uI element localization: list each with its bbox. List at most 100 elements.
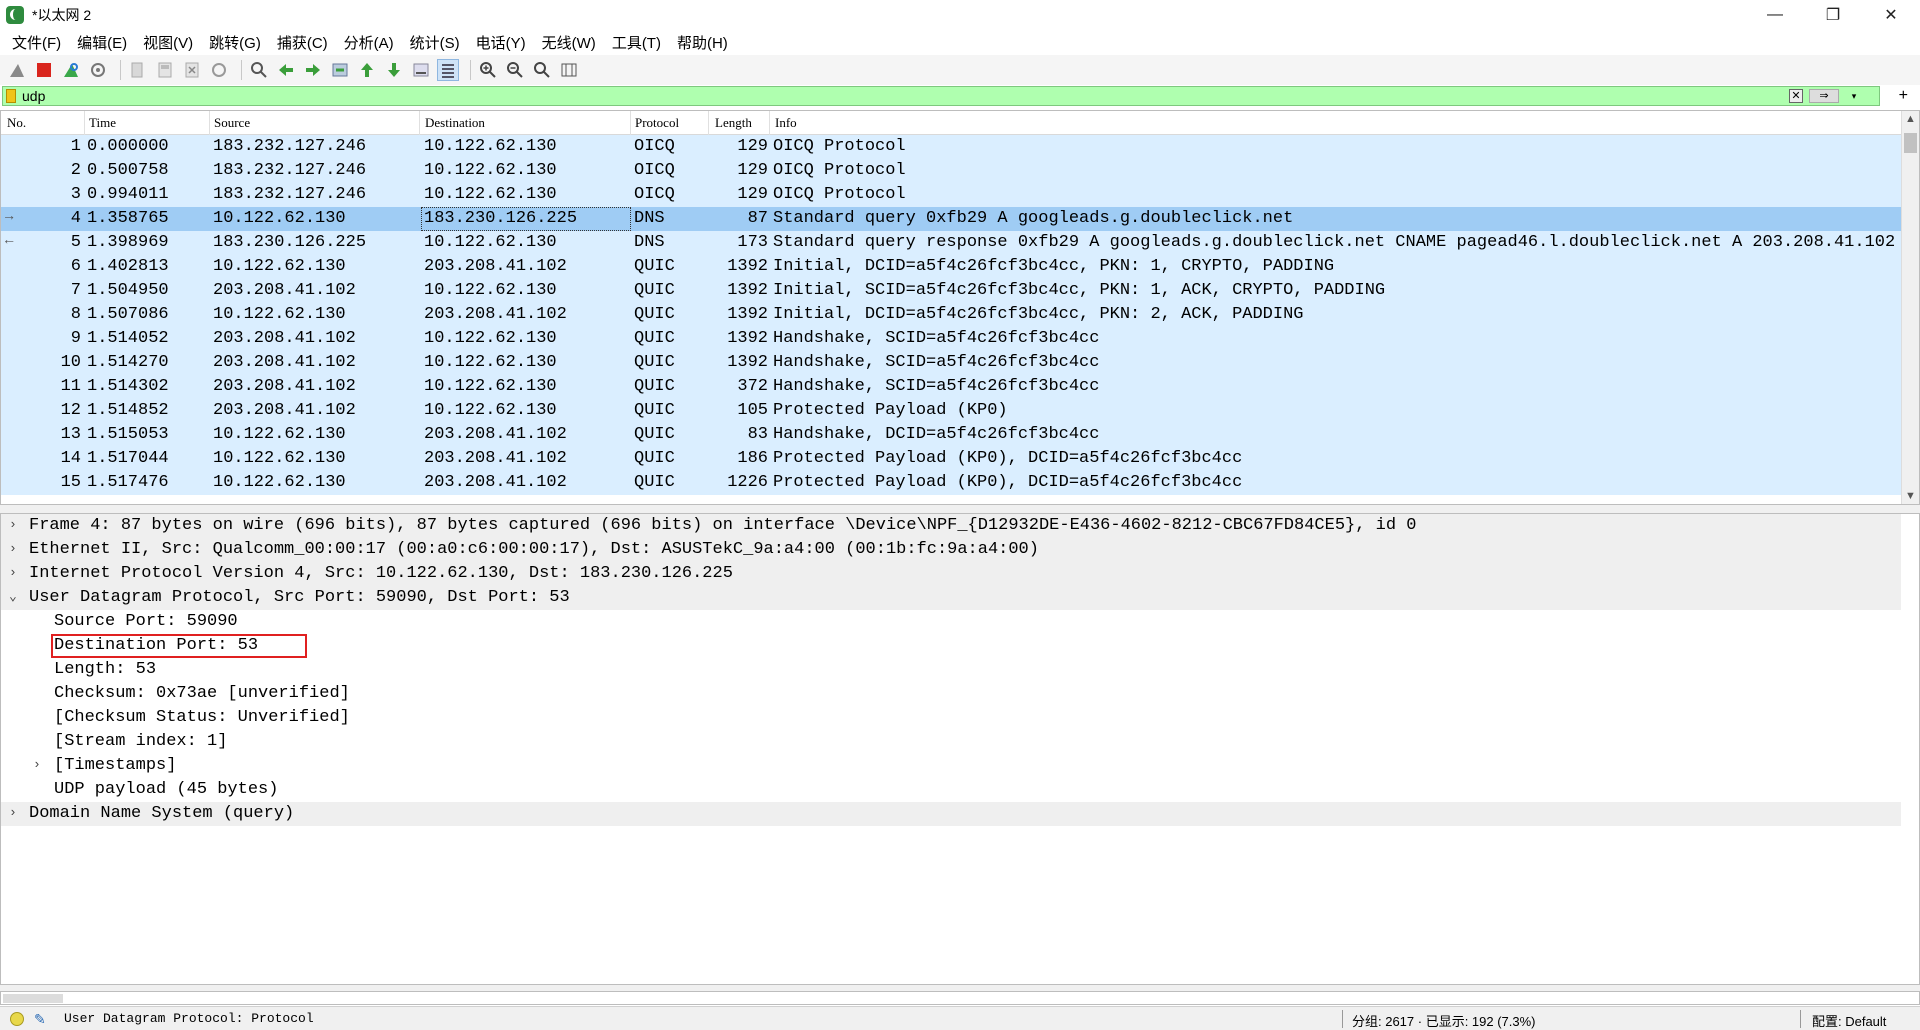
col-header-protocol[interactable]: Protocol (635, 115, 679, 131)
shark-fin-start-icon[interactable] (6, 59, 28, 81)
tree-item[interactable]: › Domain Name System (query) (1, 802, 1901, 826)
scroll-down-icon[interactable]: ▼ (1905, 490, 1916, 502)
tree-item[interactable]: › [Timestamps] (1, 754, 1901, 778)
close-button[interactable]: ✕ (1862, 0, 1920, 30)
menu-bar: 文件(F) 编辑(E) 视图(V) 跳转(G) 捕获(C) 分析(A) 统计(S… (0, 30, 1920, 54)
add-filter-button-icon[interactable]: + (1899, 86, 1908, 106)
display-filter-input[interactable]: udp ✕ ⇒ ▾ (2, 86, 1880, 106)
apply-filter-icon[interactable]: ⇒ (1809, 89, 1839, 103)
go-back-icon[interactable] (275, 59, 297, 81)
filter-history-dropdown-icon[interactable]: ▾ (1847, 89, 1861, 103)
pane-splitter[interactable] (0, 505, 1920, 513)
table-row[interactable]: 11 1.514302 203.208.41.102 10.122.62.130 QUI… (1, 375, 1901, 399)
table-row[interactable]: 14 1.517044 10.122.62.130 203.208.41.102 QUI… (1, 447, 1901, 471)
menu-wireless[interactable]: 无线(W) (534, 32, 604, 53)
scroll-up-icon[interactable]: ▲ (1905, 113, 1916, 125)
colorize-icon[interactable] (437, 59, 459, 81)
cell-len: 1226 (727, 473, 768, 492)
clear-filter-icon[interactable]: ✕ (1789, 89, 1803, 103)
menu-go[interactable]: 跳转(G) (201, 32, 269, 53)
table-row[interactable]: 8 1.507086 10.122.62.130 203.208.41.102 QUIC… (1, 303, 1901, 327)
expanded-arrow-icon[interactable]: ⌄ (9, 589, 17, 604)
zoom-out-icon[interactable] (504, 59, 526, 81)
tree-item[interactable]: ⌄ User Datagram Protocol, Src Port: 59090… (1, 586, 1901, 610)
col-header-source[interactable]: Source (214, 115, 250, 131)
tree-item[interactable]: › Ethernet II, Src: Qualcomm_00:00:17 (00… (1, 538, 1901, 562)
menu-edit[interactable]: 编辑(E) (69, 32, 135, 53)
tree-item[interactable]: › Internet Protocol Version 4, Src: 10.12… (1, 562, 1901, 586)
profile-status[interactable]: 配置: Default (1812, 1011, 1886, 1030)
column-divider[interactable] (209, 111, 210, 135)
column-divider[interactable] (708, 111, 709, 135)
table-row[interactable]: 1 0.000000 183.232.127.246 10.122.62.130 OIC… (1, 135, 1901, 159)
close-file-icon[interactable] (181, 59, 203, 81)
packet-list-scrollbar[interactable]: ▲ ▼ (1901, 111, 1919, 504)
find-packet-icon[interactable] (248, 59, 270, 81)
menu-capture[interactable]: 捕获(C) (269, 32, 336, 53)
tree-item[interactable]: Destination Port: 53 (1, 634, 1901, 658)
table-row[interactable]: 13 1.515053 10.122.62.130 203.208.41.102 QUI… (1, 423, 1901, 447)
reload-file-icon[interactable] (208, 59, 230, 81)
auto-scroll-icon[interactable] (410, 59, 432, 81)
menu-tools[interactable]: 工具(T) (604, 32, 669, 53)
restart-capture-icon[interactable] (60, 59, 82, 81)
open-file-icon[interactable] (127, 59, 149, 81)
filter-bookmark-icon[interactable] (6, 89, 16, 103)
column-divider[interactable] (419, 111, 420, 135)
scrollbar-thumb[interactable] (1904, 133, 1917, 153)
cell-src: 10.122.62.130 (213, 305, 346, 324)
capture-comment-icon[interactable]: ✎ (34, 1011, 46, 1028)
save-file-icon[interactable] (154, 59, 176, 81)
column-divider[interactable] (769, 111, 770, 135)
capture-options-icon[interactable] (87, 59, 109, 81)
menu-analyze[interactable]: 分析(A) (336, 32, 402, 53)
zoom-in-icon[interactable] (477, 59, 499, 81)
stop-capture-icon[interactable] (33, 59, 55, 81)
table-row[interactable]: 4 1.358765 10.122.62.130 183.230.126.225 DNS… (1, 207, 1901, 231)
tree-item[interactable]: [Checksum Status: Unverified] (1, 706, 1901, 730)
collapsed-arrow-icon[interactable]: › (9, 805, 17, 820)
tree-item[interactable]: › Frame 4: 87 bytes on wire (696 bits), 8… (1, 514, 1901, 538)
table-row[interactable]: 9 1.514052 203.208.41.102 10.122.62.130 QUIC… (1, 327, 1901, 351)
col-header-info[interactable]: Info (775, 115, 797, 131)
collapsed-arrow-icon[interactable]: › (9, 565, 17, 580)
col-header-time[interactable]: Time (89, 115, 116, 131)
menu-view[interactable]: 视图(V) (135, 32, 201, 53)
collapsed-arrow-icon[interactable]: › (9, 541, 17, 556)
table-row[interactable]: 6 1.402813 10.122.62.130 203.208.41.102 QUIC… (1, 255, 1901, 279)
col-header-length[interactable]: Length (715, 115, 752, 131)
table-row[interactable]: 10 1.514270 203.208.41.102 10.122.62.130 QUI… (1, 351, 1901, 375)
tree-item[interactable]: Length: 53 (1, 658, 1901, 682)
tree-item[interactable]: Checksum: 0x73ae [unverified] (1, 682, 1901, 706)
tree-item[interactable]: Source Port: 59090 (1, 610, 1901, 634)
filter-value[interactable]: udp (22, 88, 45, 104)
expert-info-icon[interactable] (10, 1012, 24, 1026)
table-row[interactable]: 2 0.500758 183.232.127.246 10.122.62.130 OIC… (1, 159, 1901, 183)
table-row[interactable]: 5 1.398969 183.230.126.225 10.122.62.130 DNS… (1, 231, 1901, 255)
column-divider[interactable] (84, 111, 85, 135)
column-divider[interactable] (630, 111, 631, 135)
col-header-no[interactable]: No. (7, 115, 26, 131)
menu-help[interactable]: 帮助(H) (669, 32, 736, 53)
menu-statistics[interactable]: 统计(S) (402, 32, 468, 53)
col-header-destination[interactable]: Destination (425, 115, 485, 131)
resize-columns-icon[interactable] (558, 59, 580, 81)
collapsed-arrow-icon[interactable]: › (33, 757, 41, 772)
minimize-button[interactable]: — (1746, 0, 1804, 30)
collapsed-arrow-icon[interactable]: › (9, 517, 17, 532)
table-row[interactable]: 7 1.504950 203.208.41.102 10.122.62.130 QUIC… (1, 279, 1901, 303)
go-last-icon[interactable] (383, 59, 405, 81)
bytes-scrollbar[interactable] (3, 994, 63, 1003)
tree-item[interactable]: [Stream index: 1] (1, 730, 1901, 754)
table-row[interactable]: 3 0.994011 183.232.127.246 10.122.62.130 OIC… (1, 183, 1901, 207)
table-row[interactable]: 15 1.517476 10.122.62.130 203.208.41.102 QUI… (1, 471, 1901, 495)
go-first-icon[interactable] (356, 59, 378, 81)
tree-item[interactable]: UDP payload (45 bytes) (1, 778, 1901, 802)
maximize-button[interactable]: ❐ (1804, 0, 1862, 30)
menu-telephony[interactable]: 电话(Y) (468, 32, 534, 53)
go-forward-icon[interactable] (302, 59, 324, 81)
menu-file[interactable]: 文件(F) (4, 32, 69, 53)
zoom-normal-icon[interactable] (531, 59, 553, 81)
go-to-packet-icon[interactable] (329, 59, 351, 81)
table-row[interactable]: 12 1.514852 203.208.41.102 10.122.62.130 QUI… (1, 399, 1901, 423)
